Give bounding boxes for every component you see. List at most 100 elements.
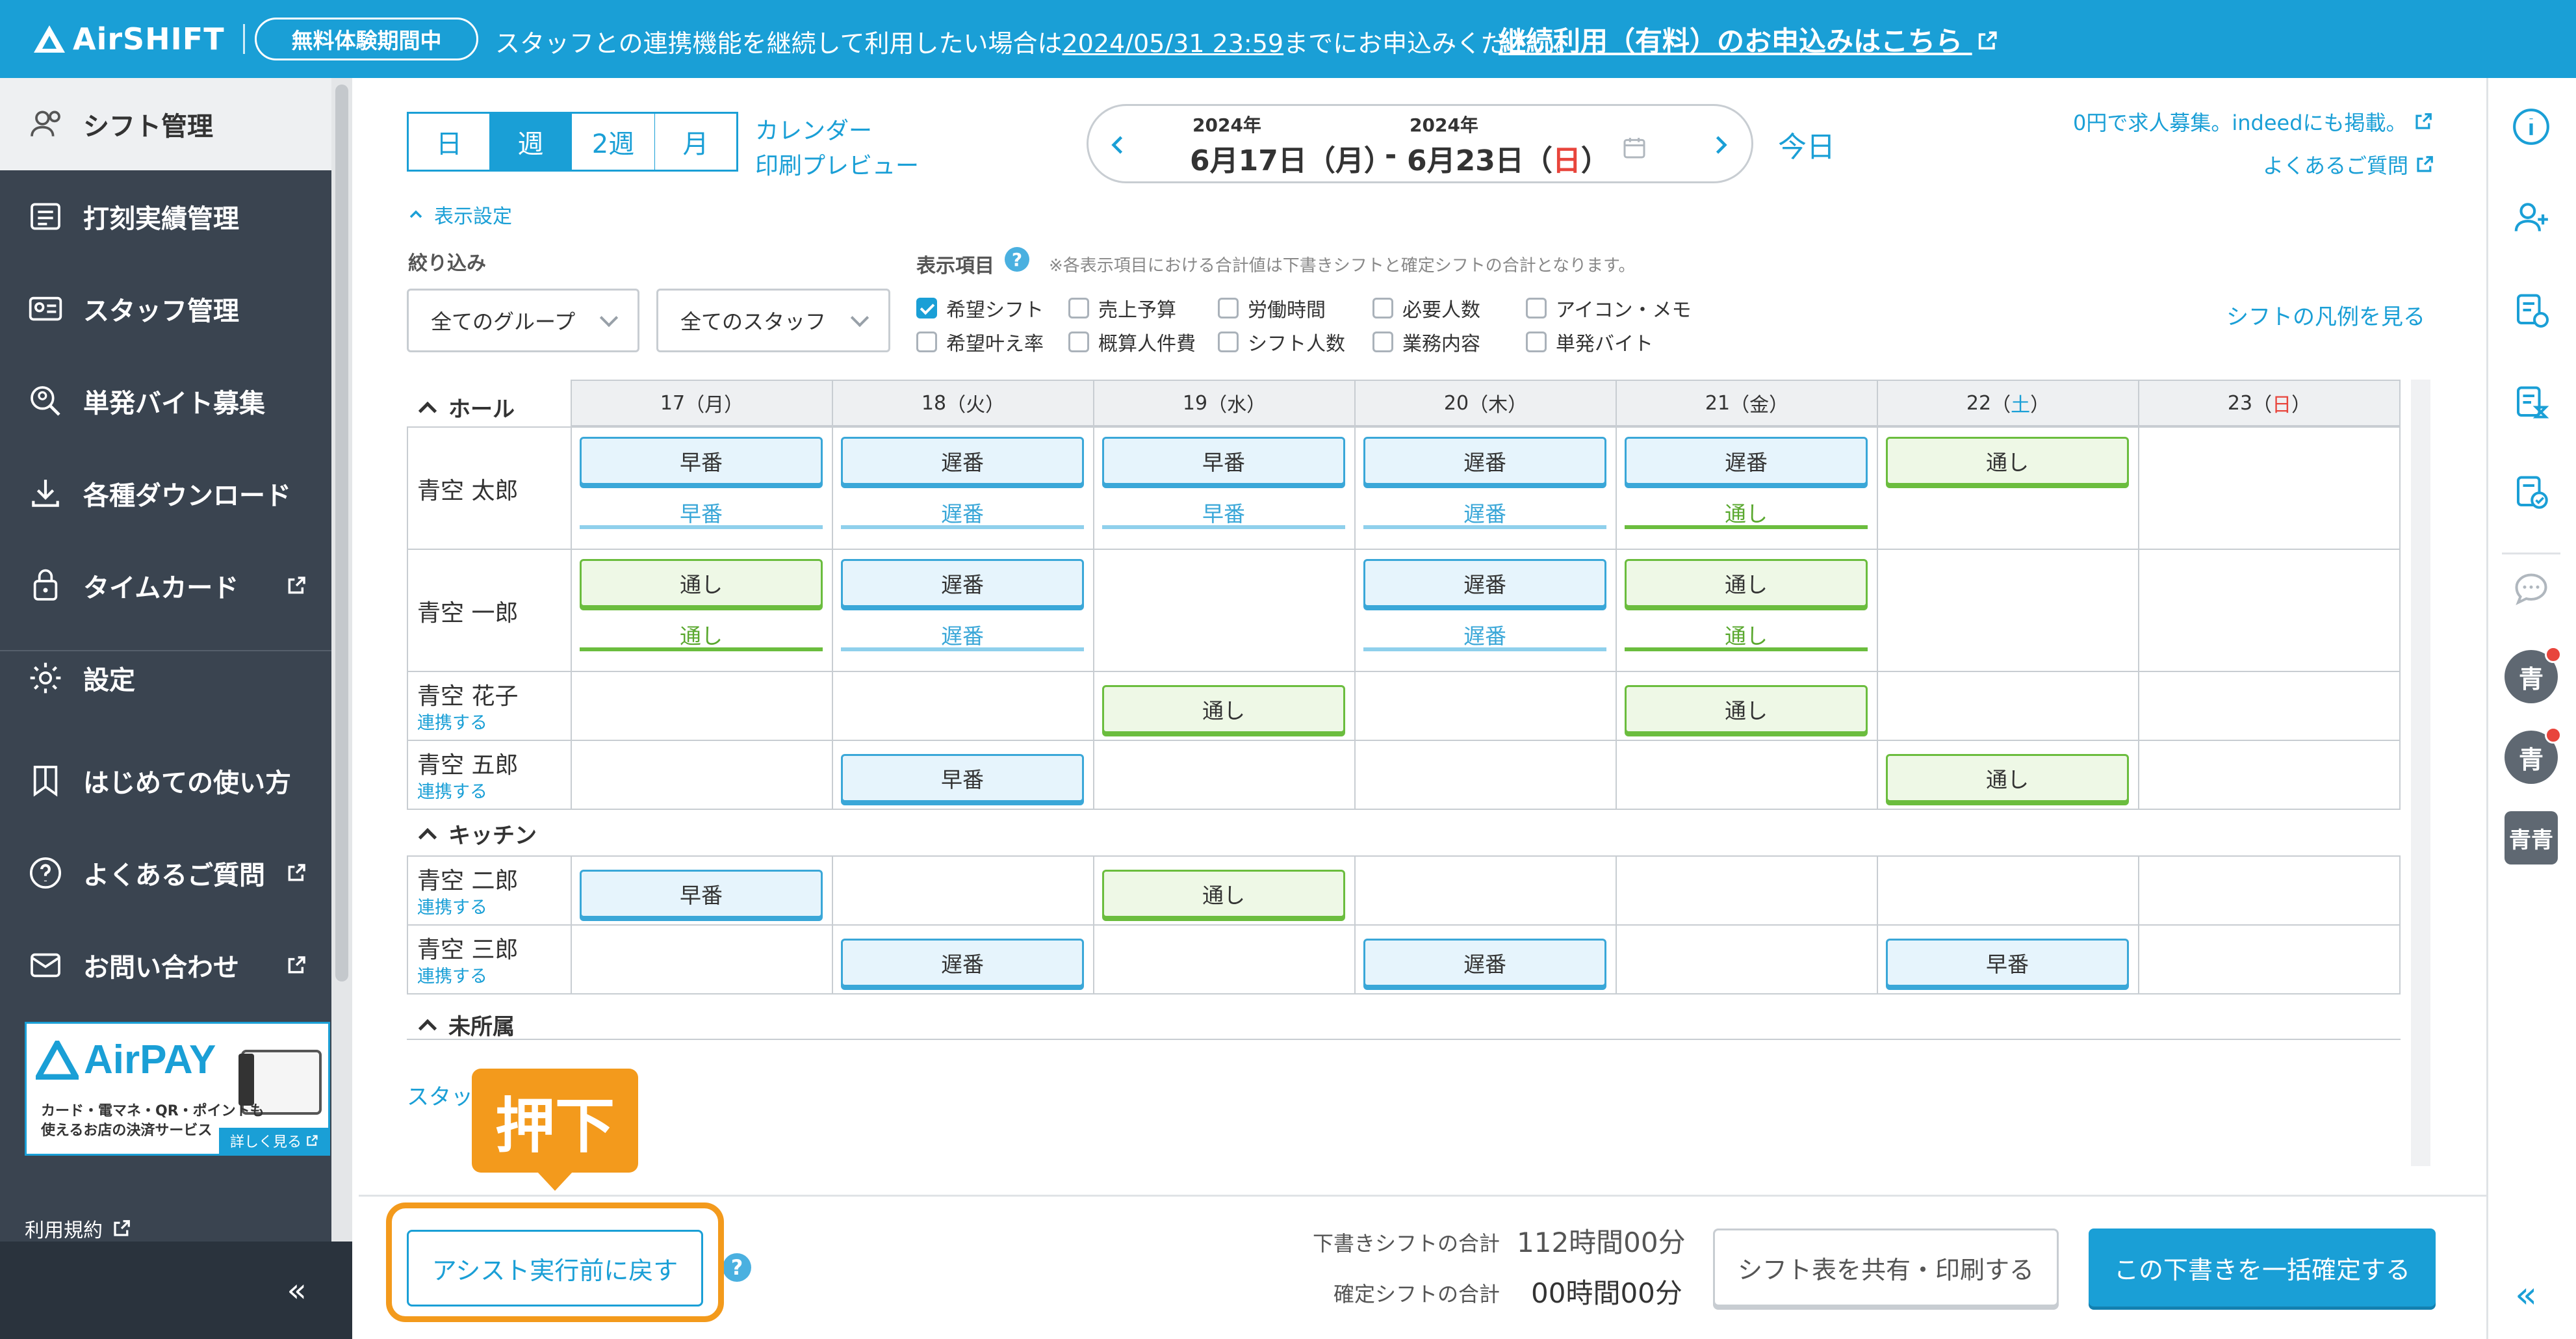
sidebar-item-2[interactable]: スタッフ管理 bbox=[0, 263, 331, 355]
staff-avatar[interactable]: 青 bbox=[2505, 646, 2562, 703]
shift-block[interactable]: 通し bbox=[1886, 437, 2129, 485]
display-item-checkbox-8[interactable]: 業務内容 bbox=[1372, 328, 1480, 356]
shift-block[interactable]: 遅番 bbox=[1625, 437, 1868, 485]
desired-shift[interactable]: 通し bbox=[1625, 621, 1868, 651]
display-item-checkbox-6[interactable]: 概算人件費 bbox=[1068, 328, 1196, 356]
display-item-checkbox-9[interactable]: 単発バイト bbox=[1526, 328, 1653, 356]
shift-block[interactable]: 早番 bbox=[1886, 939, 2129, 987]
prev-week-chevron-icon[interactable] bbox=[1107, 133, 1130, 157]
airpay-more-button[interactable]: 詳しく見る bbox=[219, 1128, 329, 1154]
sidebar-item-7[interactable]: はじめての使い方 bbox=[0, 734, 331, 827]
staff-link[interactable]: 連携する bbox=[417, 708, 487, 734]
desired-shift[interactable]: 早番 bbox=[580, 499, 823, 529]
view-tab-0[interactable]: 日 bbox=[407, 112, 491, 172]
group-header[interactable]: 未所属 bbox=[418, 1009, 515, 1041]
shift-block[interactable]: 通し bbox=[1102, 870, 1345, 918]
display-item-checkbox-7[interactable]: シフト人数 bbox=[1218, 328, 1345, 356]
terms-link[interactable]: 利用規約 bbox=[25, 1214, 131, 1243]
display-settings-toggle[interactable]: 表示設定 bbox=[408, 200, 512, 229]
checkbox-box[interactable] bbox=[1218, 332, 1239, 352]
recruit-link[interactable]: 0円で求人募集。indeedにも掲載。 bbox=[2073, 107, 2433, 136]
shift-legend-link[interactable]: シフトの凡例を見る bbox=[2226, 299, 2425, 331]
view-tab-2[interactable]: 2週 bbox=[572, 112, 656, 172]
staff-name[interactable]: 青空 三郎 bbox=[417, 931, 518, 965]
staff-name[interactable]: 青空 二郎 bbox=[417, 862, 518, 896]
desired-shift[interactable]: 遅番 bbox=[1363, 621, 1606, 651]
staff-link[interactable]: 連携する bbox=[417, 962, 487, 987]
sidebar-item-3[interactable]: 単発バイト募集 bbox=[0, 355, 331, 447]
sidebar-item-1[interactable]: 打刻実績管理 bbox=[0, 170, 331, 263]
continue-subscription-link[interactable]: 継続利用（有料）のお申込みはこちら bbox=[1499, 20, 1998, 59]
checkbox-box[interactable] bbox=[1372, 332, 1393, 352]
shift-block[interactable]: 遅番 bbox=[841, 939, 1084, 987]
staff-link[interactable]: 連携する bbox=[417, 777, 487, 803]
checkbox-box[interactable] bbox=[1218, 298, 1239, 318]
sidebar-collapse-button[interactable]: « bbox=[0, 1242, 352, 1339]
shift-block[interactable]: 早番 bbox=[1102, 437, 1345, 485]
shift-block[interactable]: 早番 bbox=[841, 754, 1084, 802]
staff-link[interactable]: 連携する bbox=[417, 893, 487, 918]
checkbox-box[interactable] bbox=[1068, 332, 1089, 352]
sidebar-item-0[interactable]: シフト管理 bbox=[0, 78, 331, 170]
share-print-button[interactable]: シフト表を共有・印刷する bbox=[1713, 1228, 2059, 1306]
staff-select[interactable]: 全てのスタッフ bbox=[656, 289, 890, 352]
faq-link[interactable]: よくあるご質問 bbox=[2263, 150, 2434, 179]
shift-approve-icon[interactable] bbox=[2508, 469, 2554, 515]
checkbox-box[interactable] bbox=[1372, 298, 1393, 318]
add-staff-icon[interactable] bbox=[2508, 195, 2554, 240]
range-end-date[interactable]: 6月23日（日） bbox=[1407, 137, 1610, 179]
calendar-link[interactable]: カレンダー bbox=[755, 112, 872, 146]
display-item-checkbox-5[interactable]: 希望叶え率 bbox=[916, 328, 1044, 356]
desired-shift[interactable]: 遅番 bbox=[841, 499, 1084, 529]
help-icon[interactable]: ? bbox=[1005, 247, 1029, 272]
desired-shift[interactable]: 遅番 bbox=[1363, 499, 1606, 529]
shift-block[interactable]: 遅番 bbox=[1363, 939, 1606, 987]
view-tab-3[interactable]: 月 bbox=[655, 112, 738, 172]
display-item-checkbox-3[interactable]: 必要人数 bbox=[1372, 294, 1480, 322]
shift-block[interactable]: 遅番 bbox=[841, 437, 1084, 485]
desired-shift[interactable]: 通し bbox=[580, 621, 823, 651]
display-item-checkbox-0[interactable]: 希望シフト bbox=[916, 294, 1044, 322]
desired-shift[interactable]: 早番 bbox=[1102, 499, 1345, 529]
next-week-chevron-icon[interactable] bbox=[1708, 133, 1732, 157]
sidebar-item-9[interactable]: お問い合わせ bbox=[0, 919, 331, 1011]
shift-block[interactable]: 通し bbox=[1625, 685, 1868, 733]
view-tab-1[interactable]: 週 bbox=[490, 112, 573, 172]
calendar-icon[interactable] bbox=[1621, 135, 1647, 161]
shift-hourglass-icon[interactable] bbox=[2508, 380, 2554, 425]
staff-name[interactable]: 青空 太郎 bbox=[417, 472, 518, 506]
staff-name[interactable]: 青空 五郎 bbox=[417, 746, 518, 780]
staff-name[interactable]: 青空 花子 bbox=[417, 677, 518, 711]
checkbox-box[interactable] bbox=[1068, 298, 1089, 318]
staff-group-avatar[interactable]: 青青 bbox=[2505, 811, 2558, 864]
sidebar-item-8[interactable]: よくあるご質問 bbox=[0, 827, 331, 919]
rail-collapse-icon[interactable]: « bbox=[2515, 1274, 2537, 1316]
shift-block[interactable]: 遅番 bbox=[1363, 559, 1606, 607]
info-icon[interactable] bbox=[2508, 104, 2554, 150]
group-header[interactable]: ホール bbox=[418, 391, 515, 423]
shift-block[interactable]: 早番 bbox=[580, 870, 823, 918]
shift-block[interactable]: 通し bbox=[1102, 685, 1345, 733]
display-item-checkbox-1[interactable]: 売上予算 bbox=[1068, 294, 1176, 322]
main-scrollbar[interactable] bbox=[2411, 380, 2430, 1166]
shift-block[interactable]: 通し bbox=[1625, 559, 1868, 607]
group-header[interactable]: キッチン bbox=[418, 818, 537, 850]
shift-block[interactable]: 遅番 bbox=[841, 559, 1084, 607]
display-item-checkbox-2[interactable]: 労働時間 bbox=[1218, 294, 1326, 322]
checkbox-box[interactable] bbox=[916, 298, 937, 318]
range-start-date[interactable]: 6月17日（月） bbox=[1190, 137, 1393, 179]
sidebar-item-4[interactable]: 各種ダウンロード bbox=[0, 447, 331, 540]
sidebar-item-6[interactable]: 設定 bbox=[0, 632, 331, 724]
desired-shift[interactable]: 遅番 bbox=[841, 621, 1084, 651]
desired-shift[interactable]: 通し bbox=[1625, 499, 1868, 529]
display-item-checkbox-4[interactable]: アイコン・メモ bbox=[1526, 294, 1692, 322]
checkbox-box[interactable] bbox=[1526, 332, 1547, 352]
shift-block[interactable]: 通し bbox=[580, 559, 823, 607]
checkbox-box[interactable] bbox=[916, 332, 937, 352]
staff-avatar[interactable]: 青 bbox=[2505, 727, 2562, 784]
checkbox-box[interactable] bbox=[1526, 298, 1547, 318]
group-select[interactable]: 全てのグループ bbox=[407, 289, 639, 352]
confirm-all-button[interactable]: この下書きを一括確定する bbox=[2089, 1228, 2436, 1306]
shift-check-icon[interactable] bbox=[2508, 287, 2554, 333]
today-button[interactable]: 今日 bbox=[1778, 124, 1835, 165]
